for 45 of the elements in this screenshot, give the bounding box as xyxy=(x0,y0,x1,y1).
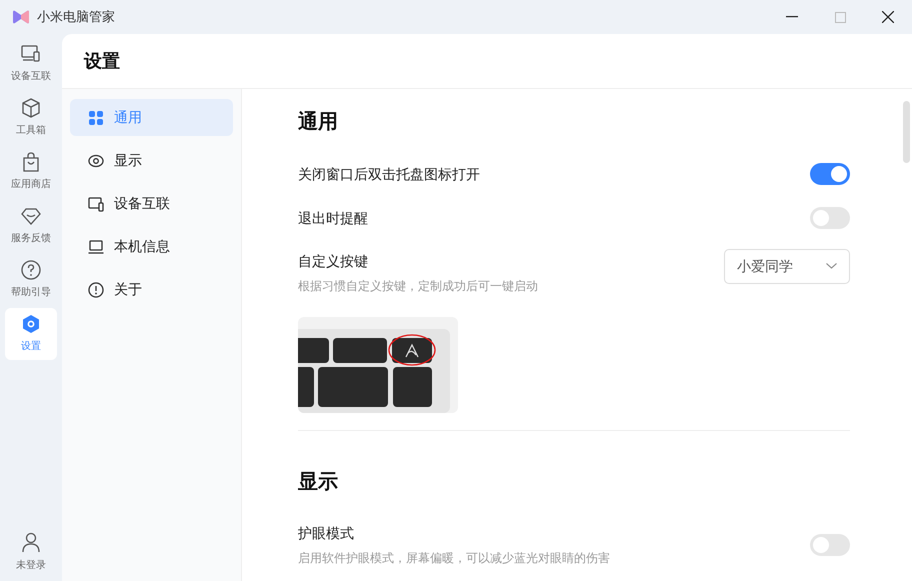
rail-item[interactable]: 工具箱 xyxy=(5,92,57,144)
nav-item[interactable]: 设备互联 xyxy=(70,185,233,222)
section-heading: 通用 xyxy=(298,110,339,135)
settings-icon xyxy=(21,314,41,334)
devices-icon xyxy=(21,44,41,64)
maximize-icon xyxy=(834,12,846,22)
laptop-icon xyxy=(88,238,104,254)
help-icon xyxy=(21,260,41,280)
nav-item[interactable]: 关于 xyxy=(70,271,233,308)
eye-icon xyxy=(88,152,104,168)
setting-description: 启用软件护眼模式，屏幕偏暖，可以减少蓝光对眼睛的伤害 xyxy=(298,550,610,567)
rail-item[interactable]: 帮助引导 xyxy=(5,254,57,306)
setting-label: 护眼模式 xyxy=(298,524,355,543)
devices-icon xyxy=(88,196,104,212)
window-title: 小米电脑管家 xyxy=(37,8,115,26)
rail-item[interactable]: 设置 xyxy=(5,308,57,360)
section-heading: 显示 xyxy=(298,470,339,495)
account-label: 未登录 xyxy=(16,558,46,573)
diamond-icon xyxy=(21,206,41,226)
setting-label: 关闭窗口后双击托盘图标打开 xyxy=(298,164,480,184)
toggle-switch[interactable] xyxy=(810,163,850,185)
nav-item[interactable]: 本机信息 xyxy=(70,228,233,265)
toggle-switch[interactable] xyxy=(810,207,850,229)
toggle-switch[interactable] xyxy=(810,534,850,556)
scrollbar xyxy=(903,101,910,163)
nav-item[interactable]: 显示 xyxy=(70,142,233,179)
page-title: 设置 xyxy=(84,50,120,72)
nav-item[interactable]: 通用 xyxy=(70,99,233,136)
setting-label: 自定义按键 xyxy=(298,252,369,271)
close-icon xyxy=(882,11,894,23)
user-icon xyxy=(22,532,40,552)
grid-icon xyxy=(88,110,104,126)
app-logo-icon xyxy=(13,10,29,24)
shopping-bag-icon xyxy=(21,152,41,172)
rail-item[interactable]: 设备互联 xyxy=(5,38,57,90)
rail-item[interactable]: 服务反馈 xyxy=(5,200,57,252)
key-select[interactable]: 小爱同学 xyxy=(724,248,850,284)
minimize-icon xyxy=(786,16,798,18)
setting-label: 退出时提醒 xyxy=(298,208,368,228)
cube-icon xyxy=(21,98,41,118)
account-button[interactable]: 未登录 xyxy=(16,532,46,573)
chevron-down-icon xyxy=(826,263,837,269)
setting-description: 根据习惯自定义按键，定制成功后可一键启动 xyxy=(298,278,538,295)
rail-item[interactable]: 应用商店 xyxy=(5,146,57,198)
info-icon xyxy=(88,282,104,298)
